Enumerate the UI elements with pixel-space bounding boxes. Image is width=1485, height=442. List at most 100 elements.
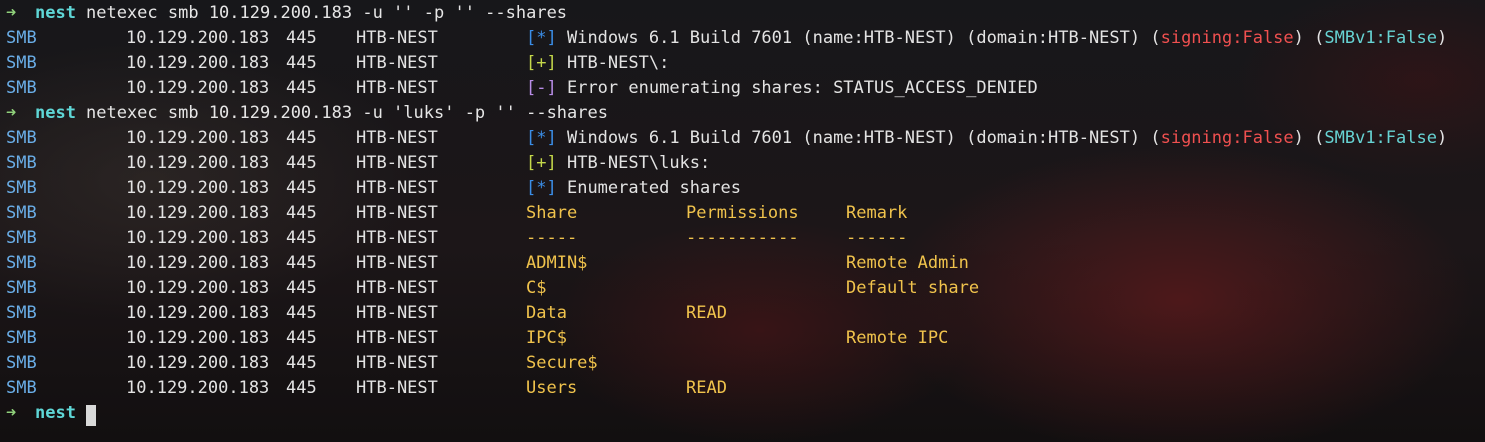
ip-address: 10.129.200.183	[126, 303, 270, 323]
info-line: [*] Windows 6.1 Build 7601 (name:HTB-NES…	[526, 126, 1447, 151]
command-text[interactable]: netexec smb 10.129.200.183 -u '' -p '' -…	[86, 1, 567, 26]
port-number: 445	[286, 303, 317, 323]
share-name: Secure$	[526, 353, 598, 373]
smbv1-status: SMBv1:False	[1324, 128, 1437, 148]
port-number: 445	[286, 203, 317, 223]
ip-address: 10.129.200.183	[126, 153, 270, 173]
port-number: 445	[286, 28, 317, 48]
info-close: )	[1436, 28, 1448, 48]
ip-address: 10.129.200.183	[126, 253, 270, 273]
hostname: HTB-NEST	[356, 53, 438, 73]
table-row: SMB 10.129.200.183 445 HTB-NEST ADMIN$ R…	[0, 251, 969, 276]
enum-line: [*] Enumerated shares	[526, 176, 741, 201]
port-number: 445	[286, 128, 317, 148]
info-separator: ) (	[1293, 128, 1325, 148]
terminal-window[interactable]: ➜ nest netexec smb 10.129.200.183 -u '' …	[0, 0, 1485, 442]
auth-text: HTB-NEST\luks:	[566, 153, 711, 173]
port-number: 445	[286, 278, 317, 298]
share-permissions: READ	[686, 378, 727, 398]
protocol-label: SMB	[6, 353, 37, 373]
column-header-permissions: Permissions	[686, 203, 799, 223]
enum-text: Enumerated shares	[566, 178, 741, 198]
ip-address: 10.129.200.183	[126, 378, 270, 398]
share-name: Data	[526, 303, 567, 323]
protocol-label: SMB	[6, 28, 37, 48]
ip-address: 10.129.200.183	[126, 328, 270, 348]
column-header-share: Share	[526, 203, 578, 223]
output-line: SMB 10.129.200.183 445 HTB-NEST [*] Wind…	[0, 26, 1447, 51]
share-name: IPC$	[526, 328, 567, 348]
protocol-label: SMB	[6, 178, 37, 198]
table-row: SMB 10.129.200.183 445 HTB-NEST Users RE…	[0, 376, 727, 401]
prompt-arrow: ➜	[6, 403, 17, 423]
output-line: SMB 10.129.200.183 445 HTB-NEST [+] HTB-…	[0, 51, 669, 76]
output-line: SMB 10.129.200.183 445 HTB-NEST [-] Erro…	[0, 76, 1038, 101]
ip-address: 10.129.200.183	[126, 78, 270, 98]
port-number: 445	[286, 353, 317, 373]
ip-address: 10.129.200.183	[126, 203, 270, 223]
info-text: Windows 6.1 Build 7601 (name:HTB-NEST) (…	[566, 128, 1161, 148]
table-row: SMB 10.129.200.183 445 HTB-NEST IPC$ Rem…	[0, 326, 948, 351]
prompt-arrow: ➜	[6, 3, 17, 23]
protocol-label: SMB	[6, 253, 37, 273]
protocol-label: SMB	[6, 128, 37, 148]
success-marker: [+]	[526, 153, 557, 173]
separator-share: -----	[526, 228, 578, 248]
protocol-label: SMB	[6, 53, 37, 73]
protocol-label: SMB	[6, 303, 37, 323]
terminal-cursor[interactable]	[86, 403, 96, 428]
hostname: HTB-NEST	[356, 228, 438, 248]
share-name: Users	[526, 378, 578, 398]
port-number: 445	[286, 378, 317, 398]
auth-text: HTB-NEST\:	[566, 53, 670, 73]
smbv1-status: SMBv1:False	[1324, 28, 1437, 48]
info-close: )	[1436, 128, 1448, 148]
auth-line: [+] HTB-NEST\luks:	[526, 151, 710, 176]
port-number: 445	[286, 253, 317, 273]
protocol-label: SMB	[6, 203, 37, 223]
success-marker: [+]	[526, 53, 557, 73]
hostname: HTB-NEST	[356, 278, 438, 298]
hostname: HTB-NEST	[356, 28, 438, 48]
error-marker: [-]	[526, 78, 557, 98]
share-table-separator: SMB 10.129.200.183 445 HTB-NEST ----- --…	[0, 226, 907, 251]
auth-line: [+] HTB-NEST\:	[526, 51, 669, 76]
port-number: 445	[286, 53, 317, 73]
protocol-label: SMB	[6, 278, 37, 298]
info-text: Windows 6.1 Build 7601 (name:HTB-NEST) (…	[566, 28, 1161, 48]
hostname: HTB-NEST	[356, 353, 438, 373]
share-name: C$	[526, 278, 547, 298]
port-number: 445	[286, 153, 317, 173]
ip-address: 10.129.200.183	[126, 178, 270, 198]
port-number: 445	[286, 228, 317, 248]
ip-address: 10.129.200.183	[126, 228, 270, 248]
prompt-dir: nest	[35, 3, 76, 23]
table-row: SMB 10.129.200.183 445 HTB-NEST C$ Defau…	[0, 276, 979, 301]
ip-address: 10.129.200.183	[126, 53, 270, 73]
column-header-remark: Remark	[846, 203, 908, 223]
protocol-label: SMB	[6, 78, 37, 98]
info-line: [*] Windows 6.1 Build 7601 (name:HTB-NES…	[526, 26, 1447, 51]
hostname: HTB-NEST	[356, 178, 438, 198]
ip-address: 10.129.200.183	[126, 28, 270, 48]
info-marker: [*]	[526, 128, 557, 148]
separator-permissions: -----------	[686, 228, 799, 248]
protocol-label: SMB	[6, 328, 37, 348]
prompt-arrow: ➜	[6, 103, 17, 123]
prompt-dir: nest	[35, 103, 76, 123]
port-number: 445	[286, 78, 317, 98]
prompt-line-current: ➜ nest	[0, 401, 96, 426]
port-number: 445	[286, 328, 317, 348]
info-marker: [*]	[526, 178, 557, 198]
share-table-header: SMB 10.129.200.183 445 HTB-NEST Share Pe…	[0, 201, 907, 226]
output-line: SMB 10.129.200.183 445 HTB-NEST [*] Enum…	[0, 176, 741, 201]
hostname: HTB-NEST	[356, 78, 438, 98]
share-remark: Remote Admin	[846, 253, 969, 273]
share-permissions: READ	[686, 303, 727, 323]
ip-address: 10.129.200.183	[126, 353, 270, 373]
prompt-line-2: ➜ nest netexec smb 10.129.200.183 -u 'lu…	[0, 101, 608, 126]
signing-status: signing:False	[1160, 28, 1294, 48]
command-text[interactable]: netexec smb 10.129.200.183 -u 'luks' -p …	[86, 101, 608, 126]
table-row: SMB 10.129.200.183 445 HTB-NEST Data REA…	[0, 301, 727, 326]
signing-status: signing:False	[1160, 128, 1294, 148]
